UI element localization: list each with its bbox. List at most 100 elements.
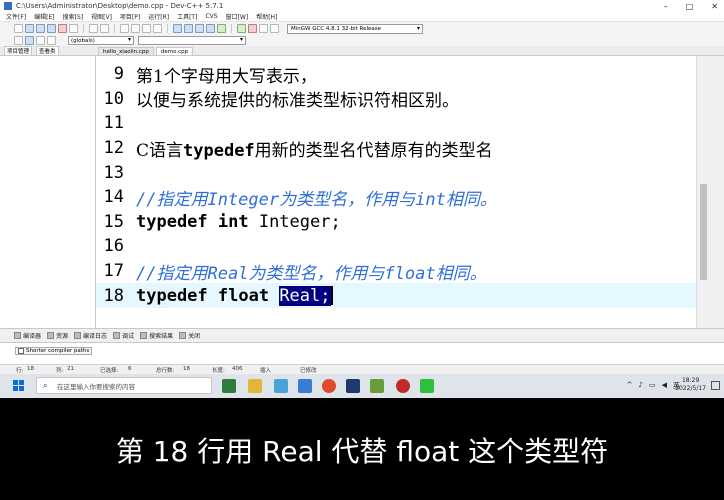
devcpp-app-icon [4, 2, 12, 10]
goto-line-icon[interactable] [153, 24, 162, 33]
selected-text[interactable]: Real; [279, 285, 331, 306]
tab-class-view[interactable]: 查看类 [36, 46, 59, 55]
editor-scrollbar[interactable] [696, 56, 710, 328]
microphone-icon[interactable]: ♪ [639, 381, 643, 391]
taskbar-search-input[interactable]: ⌕ 在这里输入你要搜索的内容 [36, 377, 212, 394]
file-tab-label: demo.cpp [160, 48, 189, 55]
undo-icon[interactable] [89, 24, 98, 33]
find-next-icon[interactable] [142, 24, 151, 33]
code-line: 14 //指定用Integer为类型名，作用与int相同。 [96, 185, 710, 210]
menu-file[interactable]: 文件[F] [6, 12, 26, 21]
main-toolbar: MinGW GCC 4.8.1 32-bit Release ▾ [0, 22, 724, 35]
line-number: 14 [103, 187, 124, 208]
windows-start-icon[interactable] [13, 380, 25, 392]
taskbar-app-icon[interactable] [222, 379, 236, 393]
new-file-icon[interactable] [14, 24, 23, 33]
goto-bookmark-icon[interactable] [47, 36, 56, 45]
tab-close[interactable]: 关闭 [179, 331, 200, 340]
save-all-icon[interactable] [47, 24, 56, 33]
save-icon[interactable] [36, 24, 45, 33]
tab-debug[interactable]: 调试 [113, 331, 134, 340]
toggle-bookmark-icon[interactable] [36, 36, 45, 45]
new-project-icon[interactable] [14, 36, 23, 45]
taskbar-app-icon[interactable] [298, 379, 312, 393]
file-tab-demo[interactable]: demo.cpp [155, 47, 194, 55]
code-text: typedef int Integer; [136, 212, 341, 232]
menu-view[interactable]: 视图[V] [91, 12, 112, 21]
code-text: C语言typedef用新的类型名代替原有的类型名 [136, 136, 493, 161]
chevron-down-icon: ▾ [239, 36, 243, 43]
code-line: 9 第1个字母用大写表示， [96, 62, 710, 87]
menu-tools[interactable]: 工具[T] [177, 12, 197, 21]
debug-icon[interactable] [237, 24, 246, 33]
taskbar-app-icon[interactable] [370, 379, 384, 393]
devcpp-taskbar-icon[interactable] [346, 379, 360, 393]
file-explorer-icon[interactable] [248, 379, 262, 393]
notification-icon[interactable] [711, 381, 720, 390]
tab-label: 调试 [122, 333, 135, 340]
clock-date: 2022/5/17 [675, 385, 706, 392]
rebuild-icon[interactable] [206, 24, 215, 33]
close-panel-icon [179, 332, 187, 339]
menu-help[interactable]: 帮助[H] [256, 12, 277, 21]
run-icon[interactable] [184, 24, 193, 33]
recorder-icon[interactable] [396, 379, 410, 393]
network-icon[interactable]: ▭ [649, 381, 656, 391]
shorter-paths-checkbox[interactable]: Shorter compiler paths [15, 347, 93, 355]
tab-compiler[interactable]: 编译器 [14, 331, 41, 340]
delete-profile-icon[interactable] [270, 24, 279, 33]
chevron-down-icon: ▾ [127, 36, 131, 43]
project-panel[interactable] [0, 56, 96, 328]
code-text: typedef float Real; [136, 285, 333, 306]
compile-icon[interactable] [173, 24, 182, 33]
tab-resources[interactable]: 资源 [47, 331, 68, 340]
menu-project[interactable]: 项目[P] [120, 12, 140, 21]
compiler-select-value: MinGW GCC 4.8.1 32-bit Release [291, 25, 382, 32]
check-icon[interactable] [217, 24, 226, 33]
toolbar-divider [231, 24, 232, 33]
menu-edit[interactable]: 编辑[E] [34, 12, 54, 21]
profile-icon[interactable] [259, 24, 268, 33]
menu-run[interactable]: 运行[R] [148, 12, 169, 21]
wechat-icon[interactable] [420, 379, 434, 393]
maximize-icon[interactable]: □ [686, 2, 694, 11]
menu-search[interactable]: 搜索[S] [63, 12, 84, 21]
chevron-down-icon: ▾ [416, 25, 420, 32]
compile-run-icon[interactable] [195, 24, 204, 33]
redo-icon[interactable] [100, 24, 109, 33]
find-icon[interactable] [120, 24, 129, 33]
video-subtitle: 第 18 行用 Real 代替 float 这个类型符 [115, 435, 609, 468]
open-icon[interactable] [25, 24, 34, 33]
status-len-value: 406 [232, 366, 243, 372]
menu-cvs[interactable]: CVS [205, 13, 217, 20]
toolbar-divider [114, 24, 115, 33]
scrollbar-thumb[interactable] [700, 184, 707, 280]
compiler-select[interactable]: MinGW GCC 4.8.1 32-bit Release ▾ [287, 23, 423, 34]
taskbar-app-icon[interactable] [274, 379, 288, 393]
close-icon[interactable]: ✕ [711, 2, 718, 11]
minimize-icon[interactable]: – [664, 2, 668, 11]
taskbar-clock[interactable]: 18:29 2022/5/17 [675, 377, 706, 393]
menu-bar: 文件[F] 编辑[E] 搜索[S] 视图[V] 项目[P] 运行[R] 工具[T… [0, 12, 724, 22]
checkbox-box[interactable] [18, 348, 24, 354]
file-tab-hello-xiaolin[interactable]: hello_xiaolin.cpp [98, 47, 154, 55]
code-editor[interactable]: 9 第1个字母用大写表示， 10 以便与系统提供的标准类型标识符相区别。 11 … [96, 56, 710, 328]
clock-time: 18:29 [681, 377, 700, 384]
volume-icon[interactable]: ◀ [662, 381, 667, 391]
menu-window[interactable]: 窗口[W] [226, 12, 249, 21]
close-file-icon[interactable] [58, 24, 67, 33]
tab-compile-log[interactable]: 编译日志 [74, 331, 107, 340]
print-icon[interactable] [69, 24, 78, 33]
stop-icon[interactable] [248, 24, 257, 33]
function-select[interactable]: ▾ [138, 36, 246, 45]
scope-select[interactable]: (globals) ▾ [68, 36, 134, 45]
tab-project-manager[interactable]: 项目管理 [4, 46, 33, 55]
chevron-up-icon[interactable]: ^ [627, 381, 633, 391]
search-placeholder: 在这里输入你要搜索的内容 [57, 382, 135, 391]
screen: C:\Users\Administrator\Desktop\demo.cpp … [0, 0, 724, 398]
file-tab-label: hello_xiaolin.cpp [103, 48, 149, 55]
tab-search-results[interactable]: 搜索结果 [140, 331, 173, 340]
insert-icon[interactable] [25, 36, 34, 45]
chrome-icon[interactable] [322, 379, 336, 393]
replace-icon[interactable] [131, 24, 140, 33]
